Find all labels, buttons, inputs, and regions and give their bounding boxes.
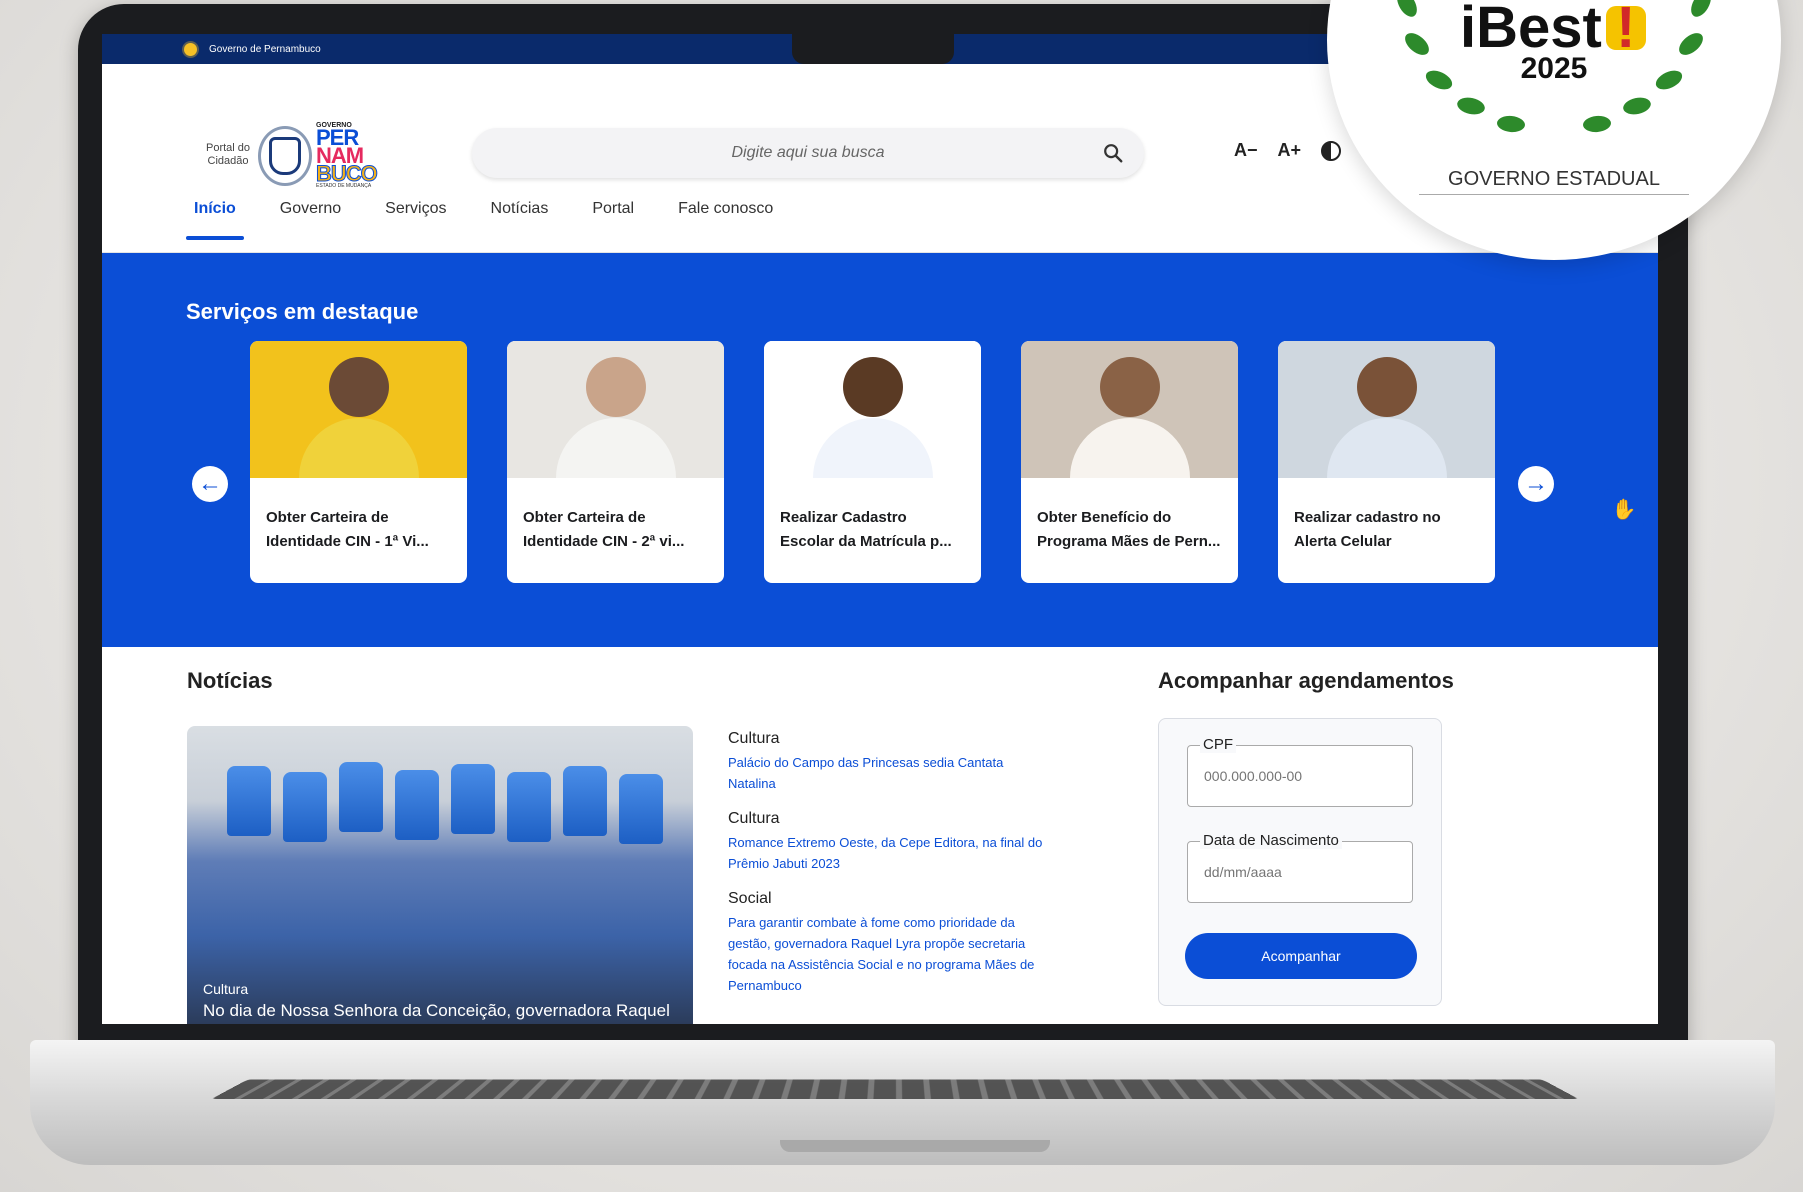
main-nav: Início Governo Serviços Notícias Portal …	[172, 192, 795, 240]
service-card[interactable]: Obter Carteira de Identidade CIN - 1ª Vi…	[250, 341, 467, 583]
card-image	[1021, 341, 1238, 478]
cpf-input[interactable]	[1204, 768, 1394, 784]
shirt-decoration	[619, 774, 663, 844]
search-bar[interactable]: Digite aqui sua busca	[472, 128, 1144, 178]
card-label: Realizar cadastro no Alerta Celular	[1294, 509, 1441, 550]
award-brand-name: iBest	[1460, 0, 1602, 60]
font-decrease-button[interactable]: A−	[1234, 140, 1258, 161]
news-item: Cultura Romance Extremo Oeste, da Cepe E…	[728, 810, 1048, 874]
logo-tagline: ESTADO DE MUDANÇA	[316, 183, 372, 189]
laurel-leaf-icon	[1455, 95, 1487, 117]
card-figure-body	[1069, 418, 1190, 478]
logo-line-3: BUCO	[316, 161, 379, 186]
laurel-leaf-icon	[1687, 0, 1715, 21]
featured-services: Serviços em destaque ← Obter Carteira de…	[102, 253, 1658, 647]
laurel-leaf-icon	[1621, 95, 1653, 117]
nav-item-inicio[interactable]: Início	[172, 192, 258, 240]
service-card[interactable]: Obter Benefício do Programa Mães de Pern…	[1021, 341, 1238, 583]
keyboard	[210, 1079, 1580, 1100]
news-category: Social	[728, 890, 772, 907]
service-card[interactable]: Obter Carteira de Identidade CIN - 2ª vi…	[507, 341, 724, 583]
card-image	[250, 341, 467, 478]
award-year: 2025	[1520, 52, 1588, 85]
track-button[interactable]: Acompanhar	[1185, 933, 1417, 979]
main-news-image[interactable]: Cultura No dia de Nossa Senhora da Conce…	[187, 726, 693, 1024]
shirt-decoration	[395, 770, 439, 840]
accessibility-tools: A− A+	[1234, 140, 1342, 161]
pernambuco-logo[interactable]: GOVERNO PER NAM BUCO ESTADO DE MUDANÇA	[316, 122, 396, 189]
news-link[interactable]: Para garantir combate à fome como priori…	[728, 912, 1048, 996]
card-figure-body	[555, 418, 676, 478]
laurel-leaf-icon	[1496, 114, 1526, 134]
card-figure-body	[1326, 418, 1447, 478]
shirt-decoration	[283, 772, 327, 842]
card-label: Obter Benefício do Programa Mães de Pern…	[1037, 509, 1221, 550]
main-news-category: Cultura	[203, 981, 249, 997]
service-card[interactable]: Realizar cadastro no Alerta Celular	[1278, 341, 1495, 583]
sun-icon	[184, 42, 197, 56]
card-image	[764, 341, 981, 478]
news-item: Cultura Palácio do Campo das Princesas s…	[728, 730, 1048, 794]
card-label: Realizar Cadastro Escolar da Matrícula p…	[780, 509, 952, 550]
camera-notch	[792, 34, 954, 64]
card-figure-head	[585, 357, 646, 417]
card-figure-head	[1356, 357, 1417, 417]
contrast-icon[interactable]	[1321, 140, 1342, 161]
birth-date-input[interactable]	[1204, 864, 1394, 880]
news-category: Cultura	[728, 810, 780, 827]
cpf-label: CPF	[1200, 736, 1236, 753]
government-bar-label[interactable]: Governo de Pernambuco	[209, 44, 321, 55]
laurel-leaf-icon	[1582, 114, 1612, 134]
tracking-title: Acompanhar agendamentos	[1158, 668, 1454, 693]
news-list: Cultura Palácio do Campo das Princesas s…	[728, 730, 1048, 1012]
card-label: Obter Carteira de Identidade CIN - 1ª Vi…	[266, 509, 429, 550]
birth-date-label: Data de Nascimento	[1200, 832, 1342, 849]
portal-label[interactable]: Portal do Cidadão	[200, 142, 256, 168]
tracking-form: CPF Data de Nascimento Acompanhar	[1158, 718, 1442, 1006]
carousel-prev-arrow-icon[interactable]: ←	[192, 466, 228, 502]
news-category: Cultura	[728, 730, 780, 747]
font-increase-button[interactable]: A+	[1278, 140, 1302, 161]
service-cards: Obter Carteira de Identidade CIN - 1ª Vi…	[250, 341, 1495, 583]
featured-title: Serviços em destaque	[186, 299, 419, 324]
birth-date-field[interactable]: Data de Nascimento	[1187, 832, 1413, 903]
card-figure-body	[812, 418, 933, 478]
service-card[interactable]: Realizar Cadastro Escolar da Matrícula p…	[764, 341, 981, 583]
card-figure-head	[842, 357, 903, 417]
nav-item-noticias[interactable]: Notícias	[469, 192, 571, 240]
card-image	[1278, 341, 1495, 478]
news-section-title: Notícias	[187, 668, 273, 693]
search-icon[interactable]	[1102, 142, 1124, 164]
main-news-caption[interactable]: No dia de Nossa Senhora da Conceição, go…	[203, 1001, 670, 1021]
shirt-decoration	[227, 766, 271, 836]
cpf-field[interactable]: CPF	[1187, 736, 1413, 807]
news-link[interactable]: Palácio do Campo das Princesas sedia Can…	[728, 752, 1048, 794]
carousel-next-arrow-icon[interactable]: →	[1518, 466, 1554, 502]
news-link[interactable]: Romance Extremo Oeste, da Cepe Editora, …	[728, 832, 1048, 874]
card-figure-body	[298, 418, 419, 478]
search-input[interactable]: Digite aqui sua busca	[732, 144, 885, 162]
shirt-decoration	[339, 762, 383, 832]
card-label: Obter Carteira de Identidade CIN - 2ª vi…	[523, 509, 685, 550]
card-image	[507, 341, 724, 478]
award-exclamation-icon: !	[1605, 0, 1646, 57]
shirt-decoration	[451, 764, 495, 834]
card-figure-head	[328, 357, 389, 417]
nav-item-governo[interactable]: Governo	[258, 192, 363, 240]
shirt-decoration	[507, 772, 551, 842]
laurel-leaf-icon	[1393, 0, 1421, 21]
state-seal-icon[interactable]	[258, 126, 312, 186]
nav-item-fale-conosco[interactable]: Fale conosco	[656, 192, 795, 240]
sign-language-icon[interactable]: ✋	[1604, 489, 1644, 529]
trackpad-lip	[780, 1140, 1050, 1152]
nav-item-servicos[interactable]: Serviços	[363, 192, 468, 240]
card-figure-head	[1099, 357, 1160, 417]
shirt-decoration	[563, 766, 607, 836]
award-category: GOVERNO ESTADUAL	[1448, 168, 1660, 190]
award-divider	[1419, 194, 1689, 195]
news-item: Social Para garantir combate à fome como…	[728, 890, 1048, 996]
nav-item-portal[interactable]: Portal	[570, 192, 656, 240]
